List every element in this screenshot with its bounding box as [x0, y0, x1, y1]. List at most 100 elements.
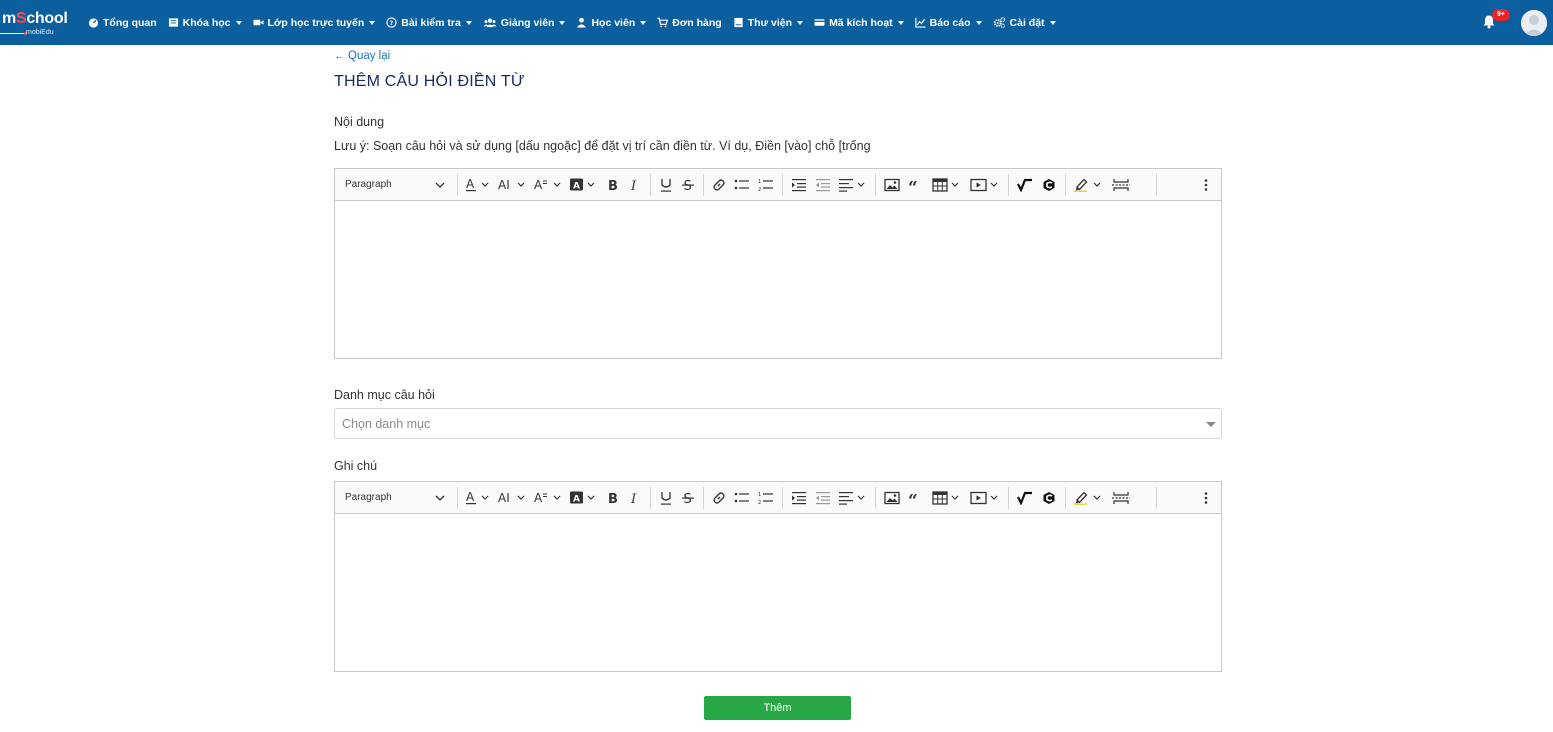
svg-text:“: “: [908, 178, 918, 192]
nav-item-students[interactable]: Học viên: [576, 17, 647, 29]
top-navbar: mSchool mobiEdu Tổng quan Khóa học Lớp h…: [0, 0, 1553, 45]
math-formula-button[interactable]: [1013, 173, 1037, 197]
brand-logo[interactable]: mSchool mobiEdu: [0, 6, 78, 40]
indent-button[interactable]: [787, 173, 811, 197]
svg-text:1: 1: [758, 492, 761, 498]
paragraph-dropdown[interactable]: Paragraph: [335, 492, 445, 503]
font-color-button[interactable]: A: [462, 173, 494, 197]
underline-button[interactable]: [655, 173, 677, 197]
font-color-button[interactable]: A: [462, 486, 494, 510]
bold-button[interactable]: B: [602, 173, 624, 197]
bulleted-list-button[interactable]: [730, 486, 754, 510]
bulleted-list-icon: [734, 179, 749, 189]
indent-icon: [792, 178, 806, 191]
avatar[interactable]: [1521, 10, 1547, 36]
chevron-down-icon: [465, 20, 472, 25]
video-camera-icon: [252, 19, 264, 26]
page-break-button[interactable]: [1108, 486, 1134, 510]
editor-toolbar: Paragraph A AI A A B I S 12 “: [335, 169, 1221, 201]
strikethrough-button[interactable]: S: [677, 173, 699, 197]
paragraph-dropdown[interactable]: Paragraph: [335, 179, 445, 190]
strikethrough-button[interactable]: S: [677, 486, 699, 510]
content-label: Nội dung: [334, 115, 385, 129]
page-break-button[interactable]: [1108, 173, 1134, 197]
quote-icon: “: [908, 178, 918, 192]
svg-text:A: A: [534, 491, 543, 505]
blockquote-button[interactable]: “: [904, 486, 928, 510]
svg-text:A: A: [573, 181, 580, 191]
notes-editor-area[interactable]: [335, 514, 1221, 671]
editor-toolbar: Paragraph A AI A A B I S 12 “: [335, 482, 1221, 514]
chevron-down-icon: [235, 20, 242, 25]
nav-item-activation-codes[interactable]: Mã kích hoạt: [814, 17, 904, 29]
bold-button[interactable]: B: [602, 486, 624, 510]
user-avatar-icon: [1521, 10, 1547, 36]
content-note: Lưu ý: Soạn câu hỏi và sử dụng [dấu ngoặ…: [334, 139, 871, 153]
chemistry-formula-button[interactable]: [1037, 173, 1061, 197]
font-size-button[interactable]: AI: [494, 486, 530, 510]
font-family-button[interactable]: A: [530, 486, 566, 510]
svg-text:“: “: [908, 491, 918, 505]
font-family-icon: A: [534, 178, 561, 192]
nav-item-courses[interactable]: Khóa học: [168, 17, 242, 29]
svg-text:A: A: [466, 491, 475, 504]
nav-item-orders[interactable]: Đơn hàng: [657, 17, 722, 29]
italic-button[interactable]: I: [624, 173, 646, 197]
nav-item-overview[interactable]: Tổng quan: [88, 17, 157, 29]
font-family-button[interactable]: A: [530, 173, 566, 197]
nav-item-online-classes[interactable]: Lớp học trực tuyến: [252, 17, 376, 29]
media-icon: [970, 178, 998, 191]
chevron-down-icon: [369, 20, 376, 25]
category-select[interactable]: Chọn danh mục: [334, 408, 1222, 439]
highlight-box-icon: A: [570, 491, 595, 504]
more-options-button[interactable]: [1199, 173, 1213, 197]
insert-media-dropdown[interactable]: [966, 486, 1004, 510]
insert-table-dropdown[interactable]: [928, 486, 966, 510]
link-button[interactable]: [708, 173, 730, 197]
more-options-button[interactable]: [1199, 486, 1213, 510]
italic-icon: I: [630, 492, 637, 505]
nav-item-settings[interactable]: Cài đặt: [993, 17, 1056, 29]
vertical-dots-icon: [1204, 179, 1208, 191]
highlighter-icon: [1074, 491, 1101, 505]
nav-item-library[interactable]: Thư viện: [733, 17, 804, 29]
chevron-down-icon: [435, 495, 445, 501]
back-link[interactable]: ← Quay lại: [334, 50, 390, 62]
outdent-button[interactable]: [811, 173, 835, 197]
highlight-dropdown[interactable]: [1070, 486, 1108, 510]
add-button[interactable]: Thêm: [704, 696, 851, 720]
media-icon: [970, 491, 998, 504]
chemistry-formula-button[interactable]: [1037, 486, 1061, 510]
arrow-left-icon: ←: [334, 50, 345, 62]
math-formula-button[interactable]: [1013, 486, 1037, 510]
insert-table-dropdown[interactable]: [928, 173, 966, 197]
italic-button[interactable]: I: [624, 486, 646, 510]
svg-text:B: B: [608, 492, 618, 505]
font-size-button[interactable]: AI: [494, 173, 530, 197]
svg-text:AI: AI: [498, 178, 510, 192]
numbered-list-button[interactable]: 12: [754, 486, 778, 510]
numbered-list-icon: 12: [758, 179, 773, 192]
alignment-dropdown[interactable]: [835, 173, 871, 197]
nav-item-teachers[interactable]: Giảng viên: [483, 17, 566, 29]
outdent-button[interactable]: [811, 486, 835, 510]
content-editor-area[interactable]: [335, 201, 1221, 358]
dropdown-arrow-icon: [1206, 422, 1216, 427]
background-color-button[interactable]: A: [566, 486, 602, 510]
bulleted-list-icon: [734, 492, 749, 502]
numbered-list-button[interactable]: 12: [754, 173, 778, 197]
insert-media-dropdown[interactable]: [966, 173, 1004, 197]
blockquote-button[interactable]: “: [904, 173, 928, 197]
underline-button[interactable]: [655, 486, 677, 510]
alignment-dropdown[interactable]: [835, 486, 871, 510]
insert-image-button[interactable]: [880, 173, 904, 197]
insert-image-button[interactable]: [880, 486, 904, 510]
nav-item-reports[interactable]: Báo cáo: [915, 17, 982, 29]
bulleted-list-button[interactable]: [730, 173, 754, 197]
strikethrough-icon: S: [682, 179, 694, 192]
link-button[interactable]: [708, 486, 730, 510]
indent-button[interactable]: [787, 486, 811, 510]
nav-item-tests[interactable]: ? Bài kiểm tra: [386, 17, 472, 29]
highlight-dropdown[interactable]: [1070, 173, 1108, 197]
background-color-button[interactable]: A: [566, 173, 602, 197]
